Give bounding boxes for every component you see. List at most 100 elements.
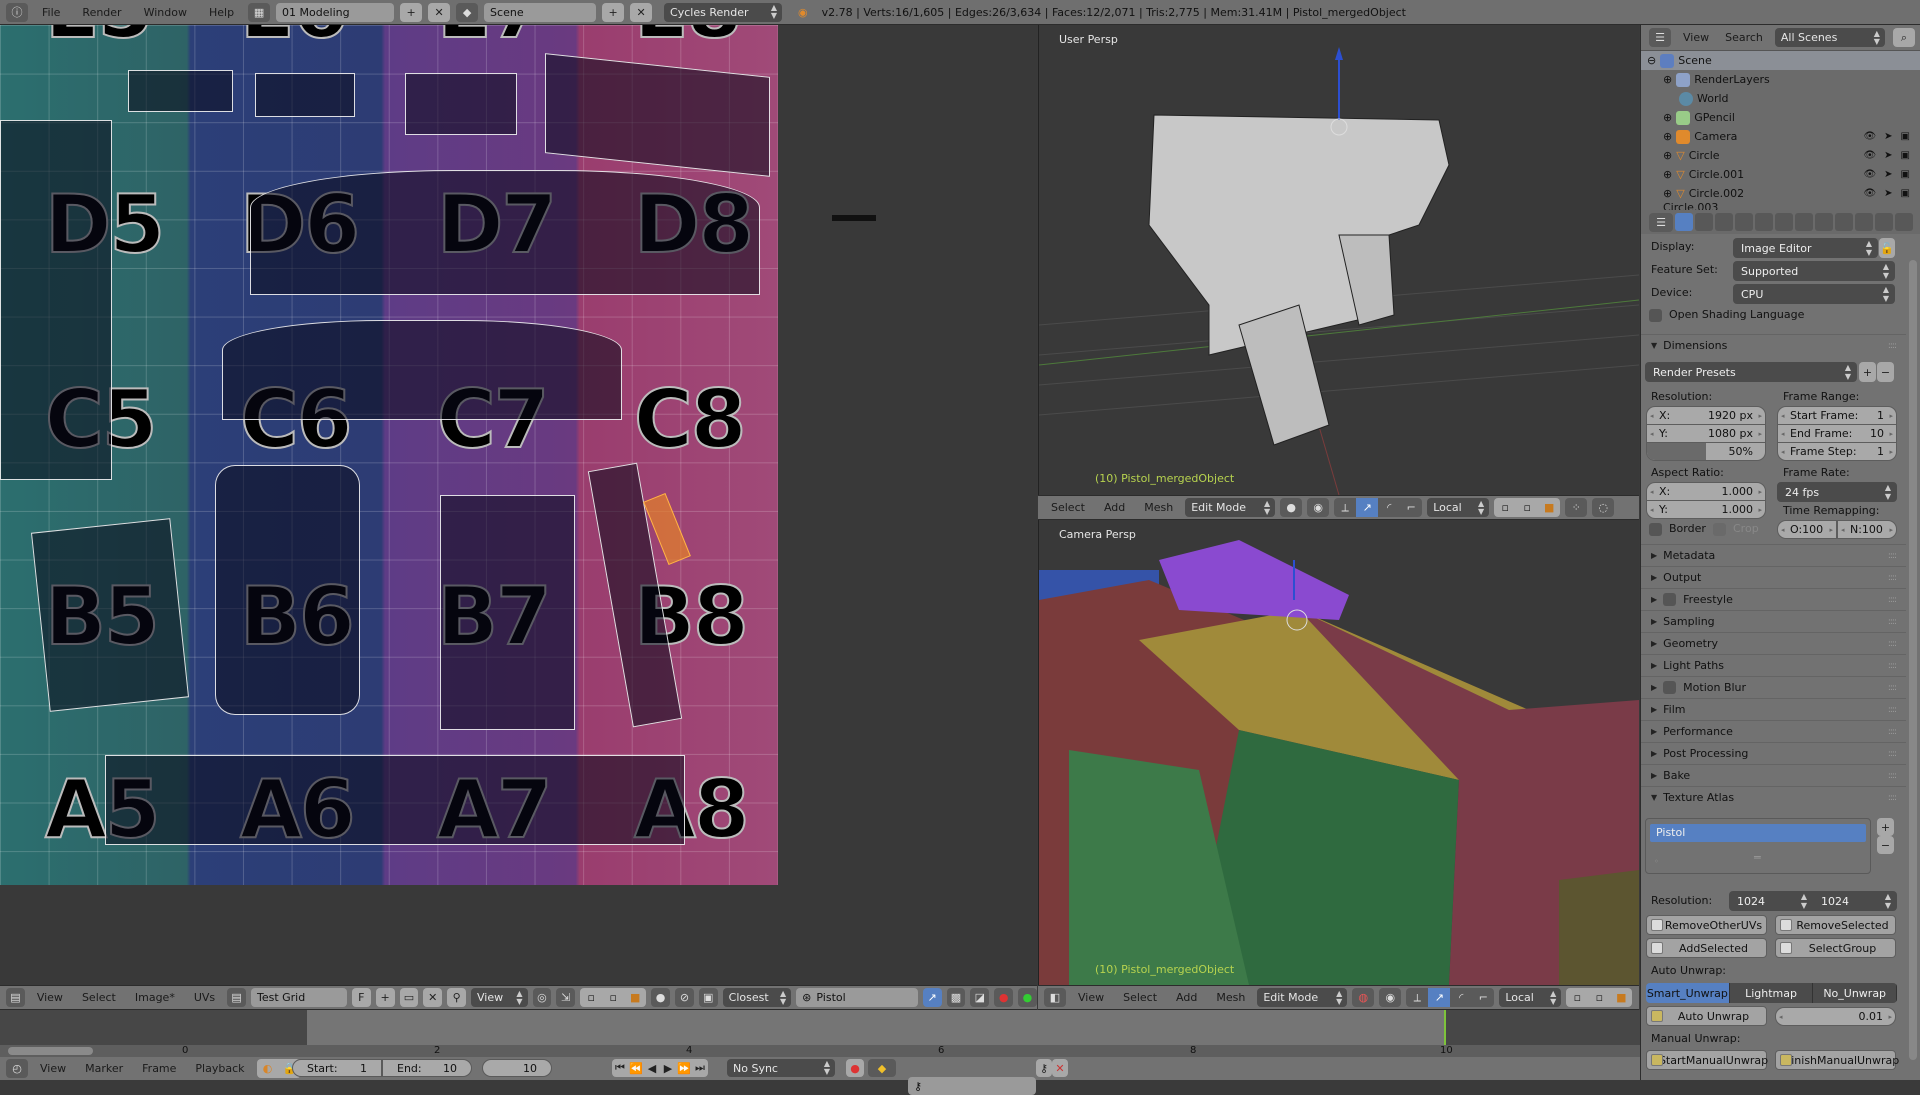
- frame-rate-dropdown[interactable]: 24 fps ▲ ▼: [1777, 482, 1897, 502]
- add-layout-icon[interactable]: +: [400, 2, 423, 22]
- tl-menu-marker[interactable]: Marker: [78, 1062, 130, 1075]
- sticky-select-icon[interactable]: ⇲: [556, 988, 576, 1007]
- editor-type-info-icon[interactable]: ⓘ: [6, 2, 28, 22]
- screen-layout-field[interactable]: 01 Modeling: [276, 2, 395, 22]
- jump-start-icon[interactable]: ⏮: [612, 1059, 628, 1077]
- green-channel-icon[interactable]: ●: [1018, 988, 1037, 1007]
- filter-options-icon[interactable]: ◦: [1654, 857, 1659, 866]
- render-engine-dropdown[interactable]: Cycles Render ▲ ▼: [664, 2, 783, 22]
- uv-map-field[interactable]: ⊛ Pistol: [796, 988, 918, 1007]
- collapse-icon[interactable]: ⊖: [1647, 54, 1656, 67]
- delete-keyframe-icon[interactable]: ✕: [1052, 1059, 1068, 1077]
- cursor-icon[interactable]: ➤: [1884, 131, 1892, 142]
- outliner-item-world[interactable]: World: [1641, 89, 1920, 108]
- render-tab-icon[interactable]: [1675, 213, 1693, 231]
- expand-icon[interactable]: ⊕: [1663, 149, 1672, 162]
- drag-grip-icon[interactable]: ::::: [1888, 683, 1897, 693]
- uv-sync-icon[interactable]: ↗: [922, 988, 942, 1007]
- editor-type-3d-icon[interactable]: ◧: [1044, 988, 1066, 1007]
- editor-type-properties-icon[interactable]: ☰: [1649, 212, 1673, 232]
- uv-menu-select[interactable]: Select: [75, 991, 123, 1004]
- vp2-menu-add[interactable]: Add: [1169, 991, 1204, 1004]
- insert-keyframe-icon[interactable]: ⚷: [1036, 1059, 1052, 1077]
- vp1-mode-dropdown[interactable]: Edit Mode ▲ ▼: [1185, 498, 1276, 517]
- vertex-select-icon[interactable]: ▫: [1566, 988, 1589, 1007]
- vp2-shading-icon[interactable]: ◍: [1352, 988, 1375, 1007]
- world-tab-icon[interactable]: [1735, 213, 1753, 231]
- end-frame-field[interactable]: ◂ End Frame: 10 ▸: [1777, 424, 1897, 443]
- outliner-filter-dropdown[interactable]: All Scenes ▲ ▼: [1774, 28, 1885, 47]
- auto-unwrap-button[interactable]: Auto Unwrap: [1646, 1006, 1767, 1026]
- drag-grip-icon[interactable]: ::::: [1888, 639, 1897, 649]
- unlink-image-icon[interactable]: ✕: [423, 988, 443, 1007]
- current-frame-indicator[interactable]: [1444, 1010, 1446, 1045]
- delete-layout-icon[interactable]: ✕: [428, 2, 451, 22]
- vp1-menu-mesh[interactable]: Mesh: [1137, 501, 1180, 514]
- outliner-item-renderlayers[interactable]: ⊕ RenderLayers: [1641, 70, 1920, 89]
- search-icon[interactable]: ⌕: [1892, 28, 1915, 47]
- outliner-item-gpencil[interactable]: ⊕ GPencil: [1641, 108, 1920, 127]
- texture-tab-icon[interactable]: [1855, 213, 1873, 231]
- cursor-icon[interactable]: ➤: [1884, 150, 1892, 161]
- feature-set-dropdown[interactable]: Supported ▲ ▼: [1733, 261, 1895, 281]
- red-channel-icon[interactable]: ●: [994, 988, 1014, 1007]
- drag-grip-icon[interactable]: ::::: [1888, 705, 1897, 715]
- uv-menu-view[interactable]: View: [30, 991, 70, 1004]
- render-icon[interactable]: ▣: [1901, 131, 1910, 142]
- outliner-item-camera[interactable]: ⊕ Camera 👁 ➤ ▣: [1641, 127, 1920, 146]
- add-scene-icon[interactable]: +: [602, 2, 625, 22]
- current-frame-field[interactable]: 10: [482, 1059, 552, 1077]
- uv-island[interactable]: [105, 755, 685, 845]
- scale-icon[interactable]: ⌐: [1472, 988, 1495, 1007]
- keying-set-icon[interactable]: ◆: [868, 1059, 896, 1077]
- proportional-edit-icon[interactable]: ●: [651, 988, 671, 1007]
- menu-window[interactable]: Window: [136, 6, 195, 19]
- object-tab-icon[interactable]: [1755, 213, 1773, 231]
- remap-new-field[interactable]: ◂ N:100 ▸: [1837, 520, 1897, 539]
- tl-menu-playback[interactable]: Playback: [188, 1062, 251, 1075]
- panel-bake[interactable]: ▶ Bake::::: [1641, 764, 1906, 786]
- list-resize-grip-icon[interactable]: ═: [1754, 851, 1761, 864]
- panel-post-processing[interactable]: ▶ Post Processing::::: [1641, 742, 1906, 764]
- physics-tab-icon[interactable]: [1895, 213, 1913, 231]
- crop-checkbox[interactable]: Crop: [1713, 522, 1759, 536]
- editor-type-image-icon[interactable]: ▤: [6, 988, 25, 1007]
- lock-icon[interactable]: 🔓: [1879, 238, 1895, 258]
- device-dropdown[interactable]: CPU ▲ ▼: [1733, 284, 1895, 304]
- sampling-dropdown[interactable]: Closest ▲ ▼: [722, 988, 792, 1007]
- open-image-icon[interactable]: ▭: [399, 988, 419, 1007]
- vertex-select-icon[interactable]: ▫: [1494, 498, 1517, 517]
- vp1-pivot-icon[interactable]: ◉: [1307, 498, 1330, 517]
- manipulator-icon[interactable]: ⟂: [1406, 988, 1429, 1007]
- uv-island[interactable]: [128, 70, 233, 112]
- 3d-viewport-top[interactable]: User Persp (10) Pistol_mergedObject: [1038, 25, 1639, 495]
- editor-type-timeline-icon[interactable]: ◴: [6, 1059, 28, 1078]
- vp1-menu-add[interactable]: Add: [1097, 501, 1132, 514]
- vp2-mode-dropdown[interactable]: Edit Mode ▲ ▼: [1257, 988, 1348, 1007]
- limit-selection-icon[interactable]: ⁘: [1565, 498, 1588, 517]
- aspect-x-field[interactable]: ◂ X: 1.000 ▸: [1646, 482, 1766, 501]
- uv-island[interactable]: [0, 120, 112, 480]
- expand-icon[interactable]: ⊕: [1663, 168, 1672, 181]
- drag-grip-icon[interactable]: ::::: [1888, 727, 1897, 737]
- uv-island[interactable]: [405, 73, 517, 135]
- view-mode-dropdown[interactable]: View ▲ ▼: [471, 988, 528, 1007]
- proportional-icon[interactable]: ◌: [1592, 498, 1615, 517]
- no-unwrap-option[interactable]: No_Unwrap: [1813, 983, 1897, 1003]
- new-image-icon[interactable]: +: [375, 988, 395, 1007]
- uv-menu-image[interactable]: Image*: [128, 991, 182, 1004]
- uv-menu-uvs[interactable]: UVs: [187, 991, 222, 1004]
- play-reverse-icon[interactable]: ◀: [644, 1059, 660, 1077]
- remove-selected-button[interactable]: RemoveSelected: [1775, 915, 1896, 935]
- data-tab-icon[interactable]: [1815, 213, 1833, 231]
- vp2-menu-mesh[interactable]: Mesh: [1209, 991, 1252, 1004]
- vp2-menu-view[interactable]: View: [1071, 991, 1111, 1004]
- editor-type-outliner-icon[interactable]: ☰: [1649, 28, 1671, 47]
- timeline-start-field[interactable]: Start: 1: [292, 1059, 382, 1077]
- atlas-height-dropdown[interactable]: 1024 ▲ ▼: [1813, 891, 1897, 911]
- jump-end-icon[interactable]: ⏭: [692, 1059, 708, 1077]
- frame-step-field[interactable]: ◂ Frame Step: 1 ▸: [1777, 442, 1897, 461]
- drag-grip-icon[interactable]: ::::: [1888, 573, 1897, 583]
- panel-motion-blur[interactable]: ▶ Motion Blur::::: [1641, 676, 1906, 698]
- next-keyframe-icon[interactable]: ⏩: [676, 1059, 692, 1077]
